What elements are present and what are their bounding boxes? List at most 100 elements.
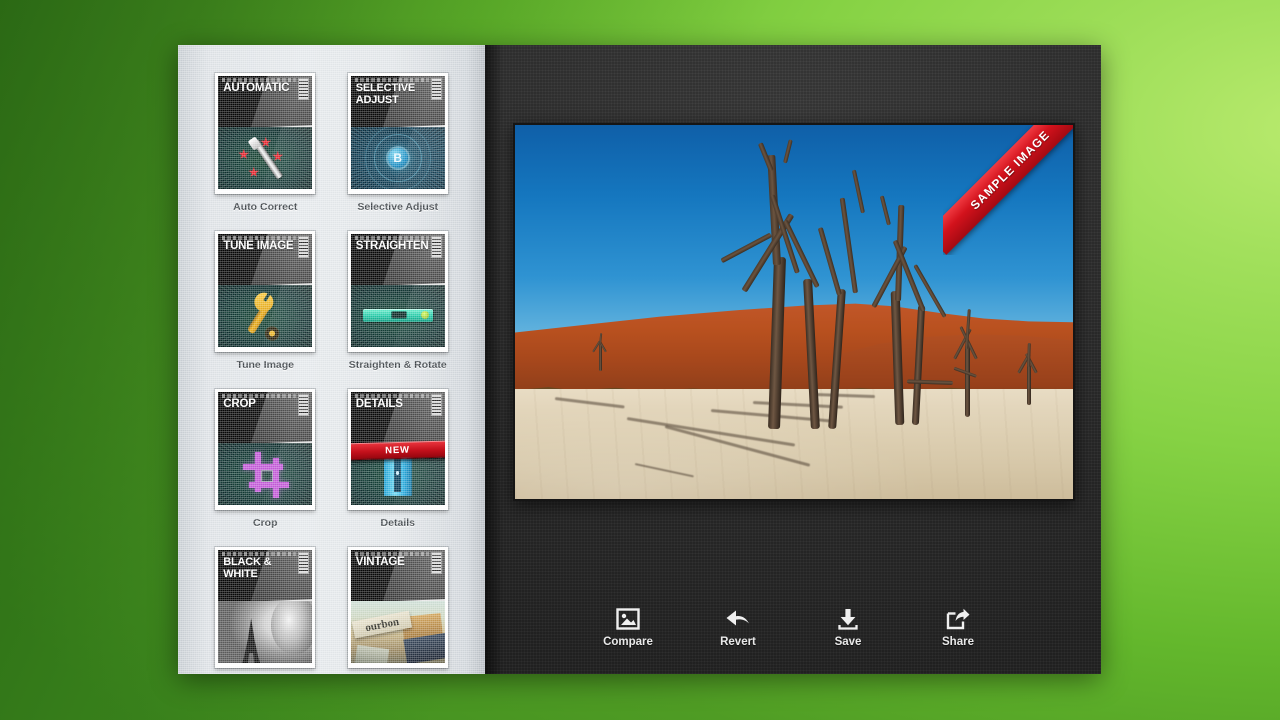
filter-card[interactable]: VINTAGE ourbon xyxy=(347,547,448,668)
bw-figure xyxy=(270,600,313,655)
save-button-label: Save xyxy=(834,636,862,648)
editor-toolbar: Compare Revert Save Share xyxy=(485,608,1101,648)
spirit-level-icon xyxy=(351,285,445,347)
filter-tile-tune-image[interactable]: TUNE IMAGE Tune Image xyxy=(204,231,327,371)
filter-card-inner: SELECTIVE ADJUST B xyxy=(350,76,445,189)
filter-card-artwork: B xyxy=(350,126,445,189)
photo-fallen-log xyxy=(906,366,1023,391)
share-button[interactable]: Share xyxy=(926,608,990,648)
filter-card-title: BLACK & WHITE xyxy=(223,556,272,580)
filter-tile-vintage[interactable]: VINTAGE ourbon xyxy=(337,547,460,674)
filter-card[interactable]: TUNE IMAGE xyxy=(215,231,316,352)
filter-card-artwork xyxy=(218,600,313,663)
photo-mid-tree xyxy=(945,305,995,417)
filter-panel[interactable]: AUTOMATIC Auto Correct SELECTIVE ADJUST … xyxy=(178,45,485,674)
filter-tile-crop[interactable]: CROP Crop xyxy=(204,389,327,529)
barcode-icon xyxy=(430,552,442,574)
filter-tile-selective-adjust[interactable]: SELECTIVE ADJUST B Selective Adjust xyxy=(337,73,460,213)
filter-card[interactable]: AUTOMATIC xyxy=(215,73,316,194)
control-ring-outer xyxy=(364,126,431,189)
screen: AUTOMATIC Auto Correct SELECTIVE ADJUST … xyxy=(0,0,1280,720)
filter-card-header: CROP xyxy=(218,392,313,444)
filter-card[interactable]: SELECTIVE ADJUST B xyxy=(347,73,448,194)
sample-image-ribbon-area: SAMPLE IMAGE xyxy=(943,125,1073,255)
selective-brightness-icon: B xyxy=(351,126,445,189)
wrench-icon xyxy=(218,285,312,347)
filter-tile-details[interactable]: DETAILS NEW Details xyxy=(337,389,460,529)
barcode-icon xyxy=(298,394,310,416)
filter-card-header: DETAILS xyxy=(350,392,445,444)
compare-button-label: Compare xyxy=(603,636,653,648)
image-compare-icon xyxy=(616,608,640,630)
filter-card-header: STRAIGHTEN xyxy=(350,234,445,286)
filter-card-artwork xyxy=(218,126,313,189)
edited-photo[interactable]: SAMPLE IMAGE xyxy=(515,125,1073,499)
filter-card-inner: BLACK & WHITE xyxy=(218,550,313,663)
filter-tile-label: Auto Correct xyxy=(233,201,298,213)
filter-tile-label: Details xyxy=(380,517,415,529)
filter-card-title: SELECTIVE ADJUST xyxy=(355,82,416,106)
barcode-icon xyxy=(430,78,442,100)
filter-card-artwork: ourbon xyxy=(350,600,445,663)
filter-tile-label: Selective Adjust xyxy=(357,201,439,213)
filter-card-title: TUNE IMAGE xyxy=(223,240,294,252)
new-badge: NEW xyxy=(350,440,445,461)
filter-card-artwork xyxy=(218,442,313,505)
filter-card-inner: STRAIGHTEN xyxy=(350,234,445,347)
barcode-icon xyxy=(430,394,442,416)
filter-card-inner: CROP xyxy=(218,392,313,505)
barcode-icon xyxy=(298,552,310,574)
filter-card-header: BLACK & WHITE xyxy=(218,550,313,602)
photo-distant-tree xyxy=(589,329,613,371)
filter-card-inner: VINTAGE ourbon xyxy=(350,550,445,663)
filter-card-inner: AUTOMATIC xyxy=(218,76,313,189)
app-window: AUTOMATIC Auto Correct SELECTIVE ADJUST … xyxy=(178,45,1101,674)
filter-tile-label: Straighten & Rotate xyxy=(348,359,447,371)
filter-card-header: AUTOMATIC xyxy=(218,76,313,128)
magic-wand-icon xyxy=(218,127,312,189)
filter-tile-auto-correct[interactable]: AUTOMATIC Auto Correct xyxy=(204,73,327,213)
download-save-icon xyxy=(837,608,859,630)
crop-icon xyxy=(218,443,312,505)
undo-arrow-icon xyxy=(725,608,751,630)
filter-tile-grid: AUTOMATIC Auto Correct SELECTIVE ADJUST … xyxy=(178,73,485,674)
filter-card-artwork xyxy=(350,284,445,347)
filter-card[interactable]: DETAILS NEW xyxy=(347,389,448,510)
filter-panel-scroll-area[interactable]: AUTOMATIC Auto Correct SELECTIVE ADJUST … xyxy=(178,45,485,674)
filter-tile-black-white[interactable]: BLACK & WHITE xyxy=(204,547,327,674)
sample-image-ribbon: SAMPLE IMAGE xyxy=(943,125,1073,255)
vintage-foreground xyxy=(355,644,390,663)
filter-card-artwork xyxy=(218,284,313,347)
filter-card-title: DETAILS xyxy=(355,398,403,410)
vintage-photo-icon: ourbon xyxy=(350,600,445,663)
filter-card-inner: TUNE IMAGE xyxy=(218,234,313,347)
filter-card-header: TUNE IMAGE xyxy=(218,234,313,286)
filter-tile-label: Crop xyxy=(253,517,278,529)
share-button-label: Share xyxy=(942,636,974,648)
photo-frame[interactable]: SAMPLE IMAGE xyxy=(513,123,1075,501)
editor-inner-shadow xyxy=(485,45,503,674)
eiffel-tower-shape xyxy=(242,618,261,663)
barcode-icon xyxy=(298,78,310,100)
filter-card-header: SELECTIVE ADJUST xyxy=(350,76,445,128)
filter-tile-label: Tune Image xyxy=(236,359,295,371)
revert-button[interactable]: Revert xyxy=(706,608,770,648)
filter-card[interactable]: STRAIGHTEN xyxy=(347,231,448,352)
filter-card-title: AUTOMATIC xyxy=(223,82,290,94)
share-arrow-icon xyxy=(946,608,970,630)
revert-button-label: Revert xyxy=(720,636,756,648)
filter-card-header: VINTAGE xyxy=(350,550,445,602)
filter-card[interactable]: CROP xyxy=(215,389,316,510)
filter-card-inner: DETAILS NEW xyxy=(350,392,445,505)
editor-canvas-area: SAMPLE IMAGE Compare Revert Save Share xyxy=(485,45,1101,674)
barcode-icon xyxy=(298,236,310,258)
compare-button[interactable]: Compare xyxy=(596,608,660,648)
filter-card[interactable]: BLACK & WHITE xyxy=(215,547,316,668)
filter-tile-straighten[interactable]: STRAIGHTEN Straighten & Rotate xyxy=(337,231,460,371)
filter-card-title: VINTAGE xyxy=(355,556,405,568)
save-button[interactable]: Save xyxy=(816,608,880,648)
barcode-icon xyxy=(430,236,442,258)
filter-card-title: STRAIGHTEN xyxy=(355,240,429,252)
bw-photo-icon xyxy=(218,600,313,663)
filter-card-title: CROP xyxy=(223,398,256,410)
